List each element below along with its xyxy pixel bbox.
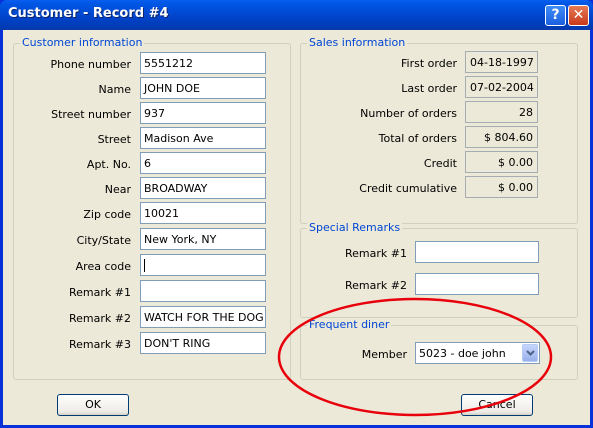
member-select-value: 5023 - doe john [419,347,506,360]
member-select[interactable]: 5023 - doe john [415,342,540,364]
remark-3-label: Remark #3 [69,338,131,351]
customer-dialog: Customer - Record #4 ? ✕ Customer inform… [0,0,593,428]
street-number-label: Street number [51,108,131,121]
remark-1-label: Remark #1 [69,286,131,299]
city-state-field[interactable]: New York, NY [140,228,266,250]
customer-information-legend: Customer information [20,36,145,49]
name-label: Name [98,83,131,96]
credit-cumulative-value: $ 0.00 [465,176,538,198]
total-of-orders-value: $ 804.60 [465,126,538,148]
zip-code-field[interactable]: 10021 [140,202,266,224]
near-label: Near [104,183,131,196]
special-remark-1-field[interactable] [415,241,539,263]
sales-information-legend: Sales information [307,36,408,49]
last-order-label: Last order [401,82,457,95]
remark-3-field[interactable]: DON'T RING [140,332,266,354]
member-label: Member [361,348,407,361]
window-title: Customer - Record #4 [8,6,169,21]
credit-label: Credit [423,157,457,170]
dropdown-button[interactable] [522,344,538,362]
number-of-orders-value: 28 [465,101,538,123]
close-icon: ✕ [572,7,585,23]
total-of-orders-label: Total of orders [378,132,457,145]
street-label: Street [97,133,131,146]
help-icon: ? [551,7,560,23]
remark-2-field[interactable]: WATCH FOR THE DOG [140,306,266,328]
city-state-label: City/State [76,234,131,247]
special-remark-2-field[interactable] [415,273,539,295]
area-code-label: Area code [75,260,131,273]
street-field[interactable]: Madison Ave [140,127,266,149]
credit-cumulative-label: Credit cumulative [359,182,457,195]
near-field[interactable]: BROADWAY [140,177,266,199]
first-order-value: 04-18-1997 [465,51,538,73]
text-caret [144,259,145,272]
apt-no-field[interactable]: 6 [140,152,266,174]
cancel-button[interactable]: Cancel [461,394,533,416]
special-remark-2-label: Remark #2 [345,279,407,292]
phone-number-label: Phone number [50,58,131,71]
help-button[interactable]: ? [545,5,566,26]
title-bar[interactable]: Customer - Record #4 ? ✕ [0,0,593,30]
credit-value: $ 0.00 [465,151,538,173]
zip-code-label: Zip code [83,208,131,221]
special-remark-1-label: Remark #1 [345,247,407,260]
close-button[interactable]: ✕ [568,5,589,26]
name-field[interactable]: JOHN DOE [140,77,266,99]
special-remarks-legend: Special Remarks [307,221,403,234]
street-number-field[interactable]: 937 [140,102,266,124]
remark-2-label: Remark #2 [69,312,131,325]
first-order-label: First order [401,57,457,70]
ok-button[interactable]: OK [57,394,129,416]
number-of-orders-label: Number of orders [360,107,457,120]
phone-number-field[interactable]: 5551212 [140,52,266,74]
frequent-diner-legend: Frequent diner [307,318,392,331]
area-code-field[interactable] [140,254,266,276]
remark-1-field[interactable] [140,280,266,302]
chevron-down-icon [526,350,535,356]
last-order-value: 07-02-2004 [465,76,538,98]
apt-no-label: Apt. No. [86,158,131,171]
dialog-body: Customer information Phone number 555121… [3,30,590,425]
